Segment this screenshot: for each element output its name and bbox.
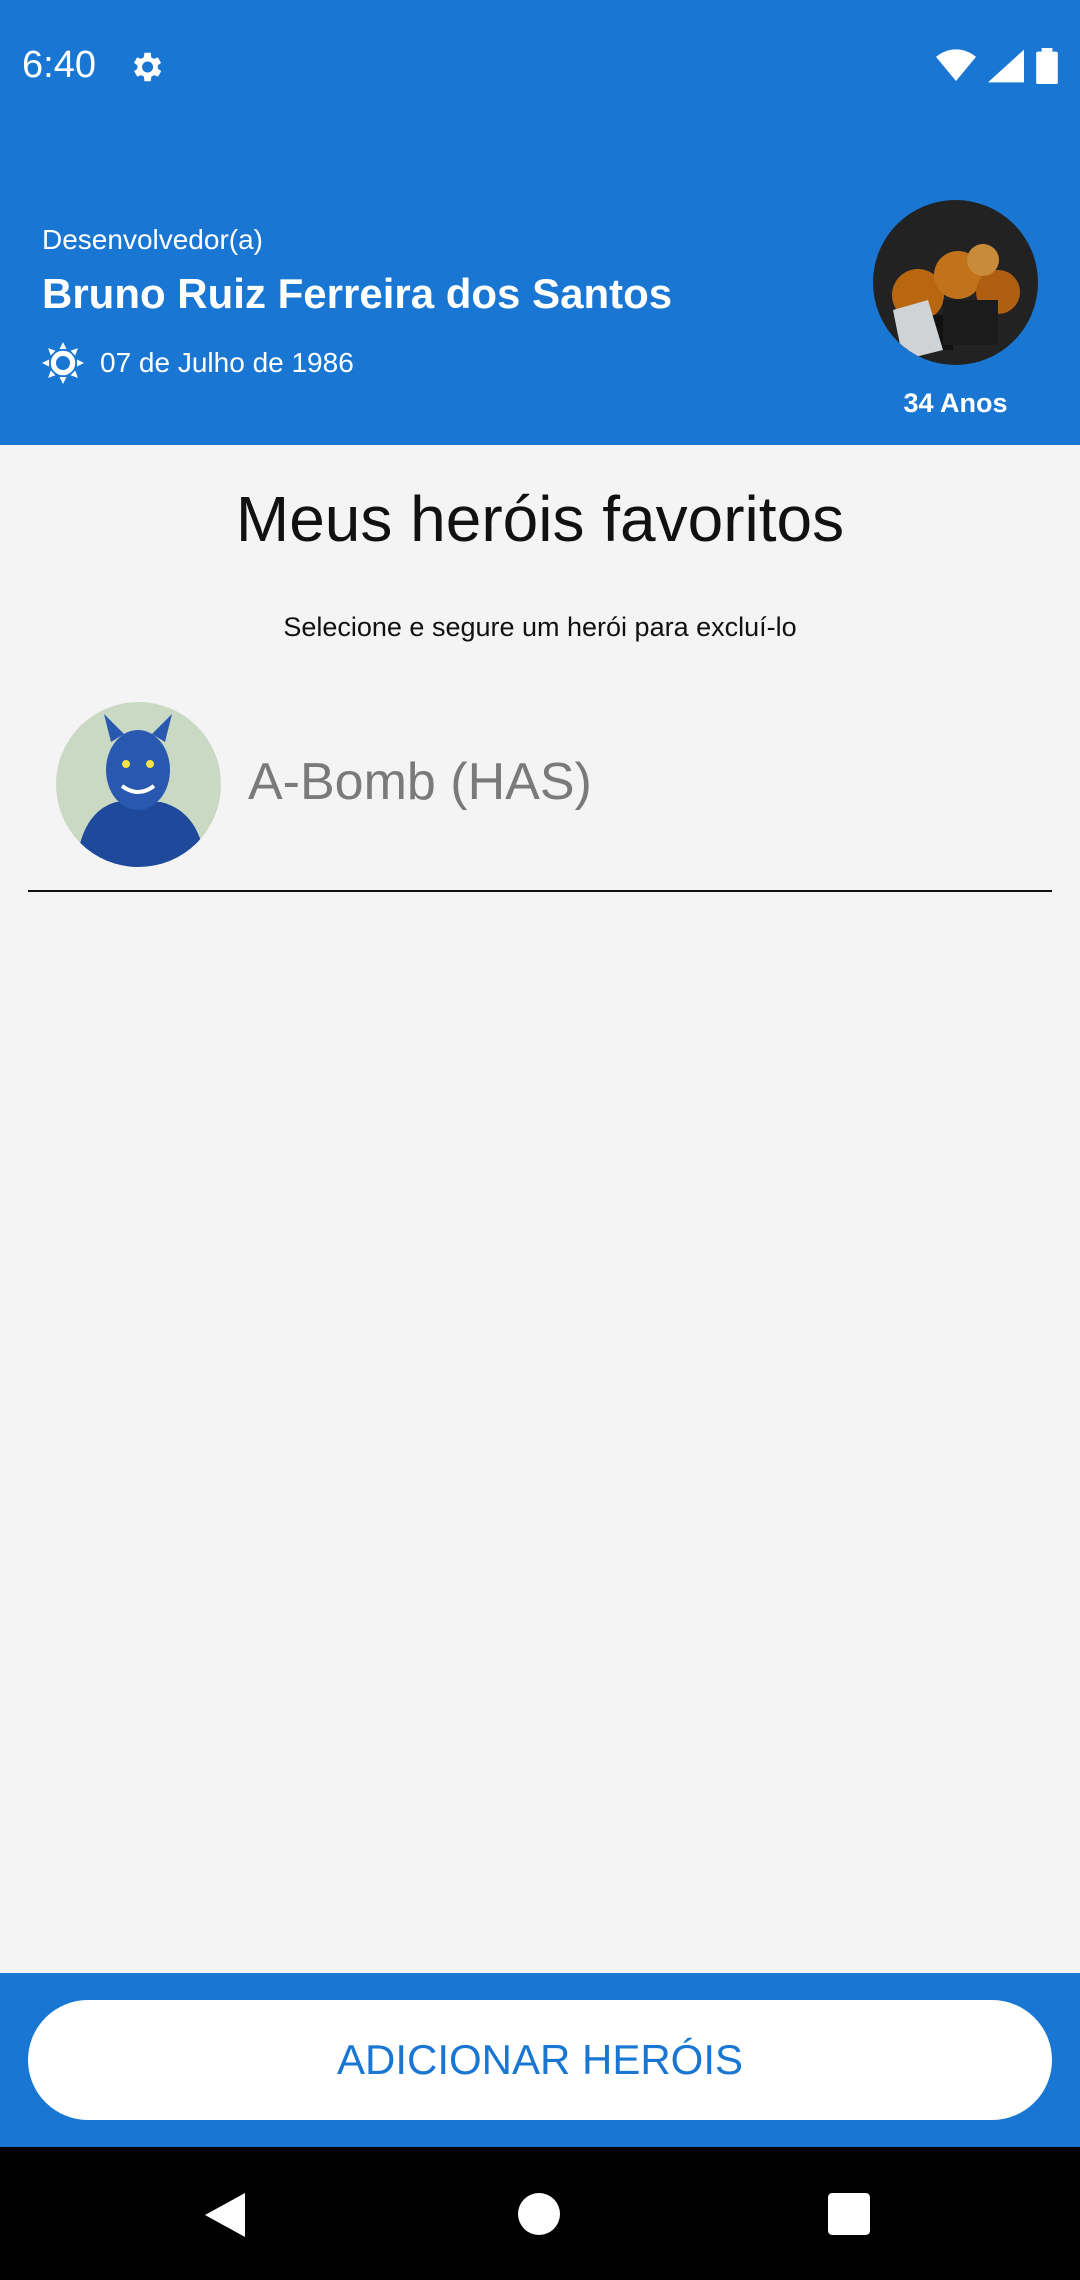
profile-role: Desenvolvedor(a) (42, 224, 263, 255)
status-icons (936, 48, 1058, 84)
system-nav-bar (0, 2147, 1080, 2280)
profile-name: Bruno Ruiz Ferreira dos Santos (42, 270, 673, 317)
section-hint: Selecione e segure um herói para excluí-… (283, 612, 797, 642)
hero-name: A-Bomb (HAS) (248, 753, 592, 811)
profile-header: 6:40 Desenvolvedor(a) Bruno Ruiz Ferreir… (0, 0, 1080, 445)
back-icon[interactable] (205, 2193, 245, 2237)
wifi-icon (936, 49, 976, 81)
signal-icon (988, 49, 1024, 83)
hero-avatar (56, 702, 221, 867)
birth-date: 07 de Julho de 1986 (100, 347, 354, 378)
bottom-action-bar: ADICIONAR HERÓIS (0, 1973, 1080, 2147)
section-title: Meus heróis favoritos (235, 483, 845, 555)
sun-icon (42, 342, 84, 384)
profile-birth: 07 de Julho de 1986 (42, 342, 354, 384)
status-time: 6:40 (22, 44, 96, 86)
avatar (873, 200, 1038, 365)
add-heroes-button[interactable]: ADICIONAR HERÓIS (28, 2000, 1052, 2120)
profile-age: 34 Anos (903, 388, 1008, 418)
gear-icon (133, 52, 162, 82)
hero-list-item[interactable]: A-Bomb (HAS) (28, 690, 1052, 892)
home-icon[interactable] (518, 2193, 560, 2235)
battery-icon (1036, 48, 1058, 84)
recents-icon[interactable] (828, 2193, 870, 2235)
